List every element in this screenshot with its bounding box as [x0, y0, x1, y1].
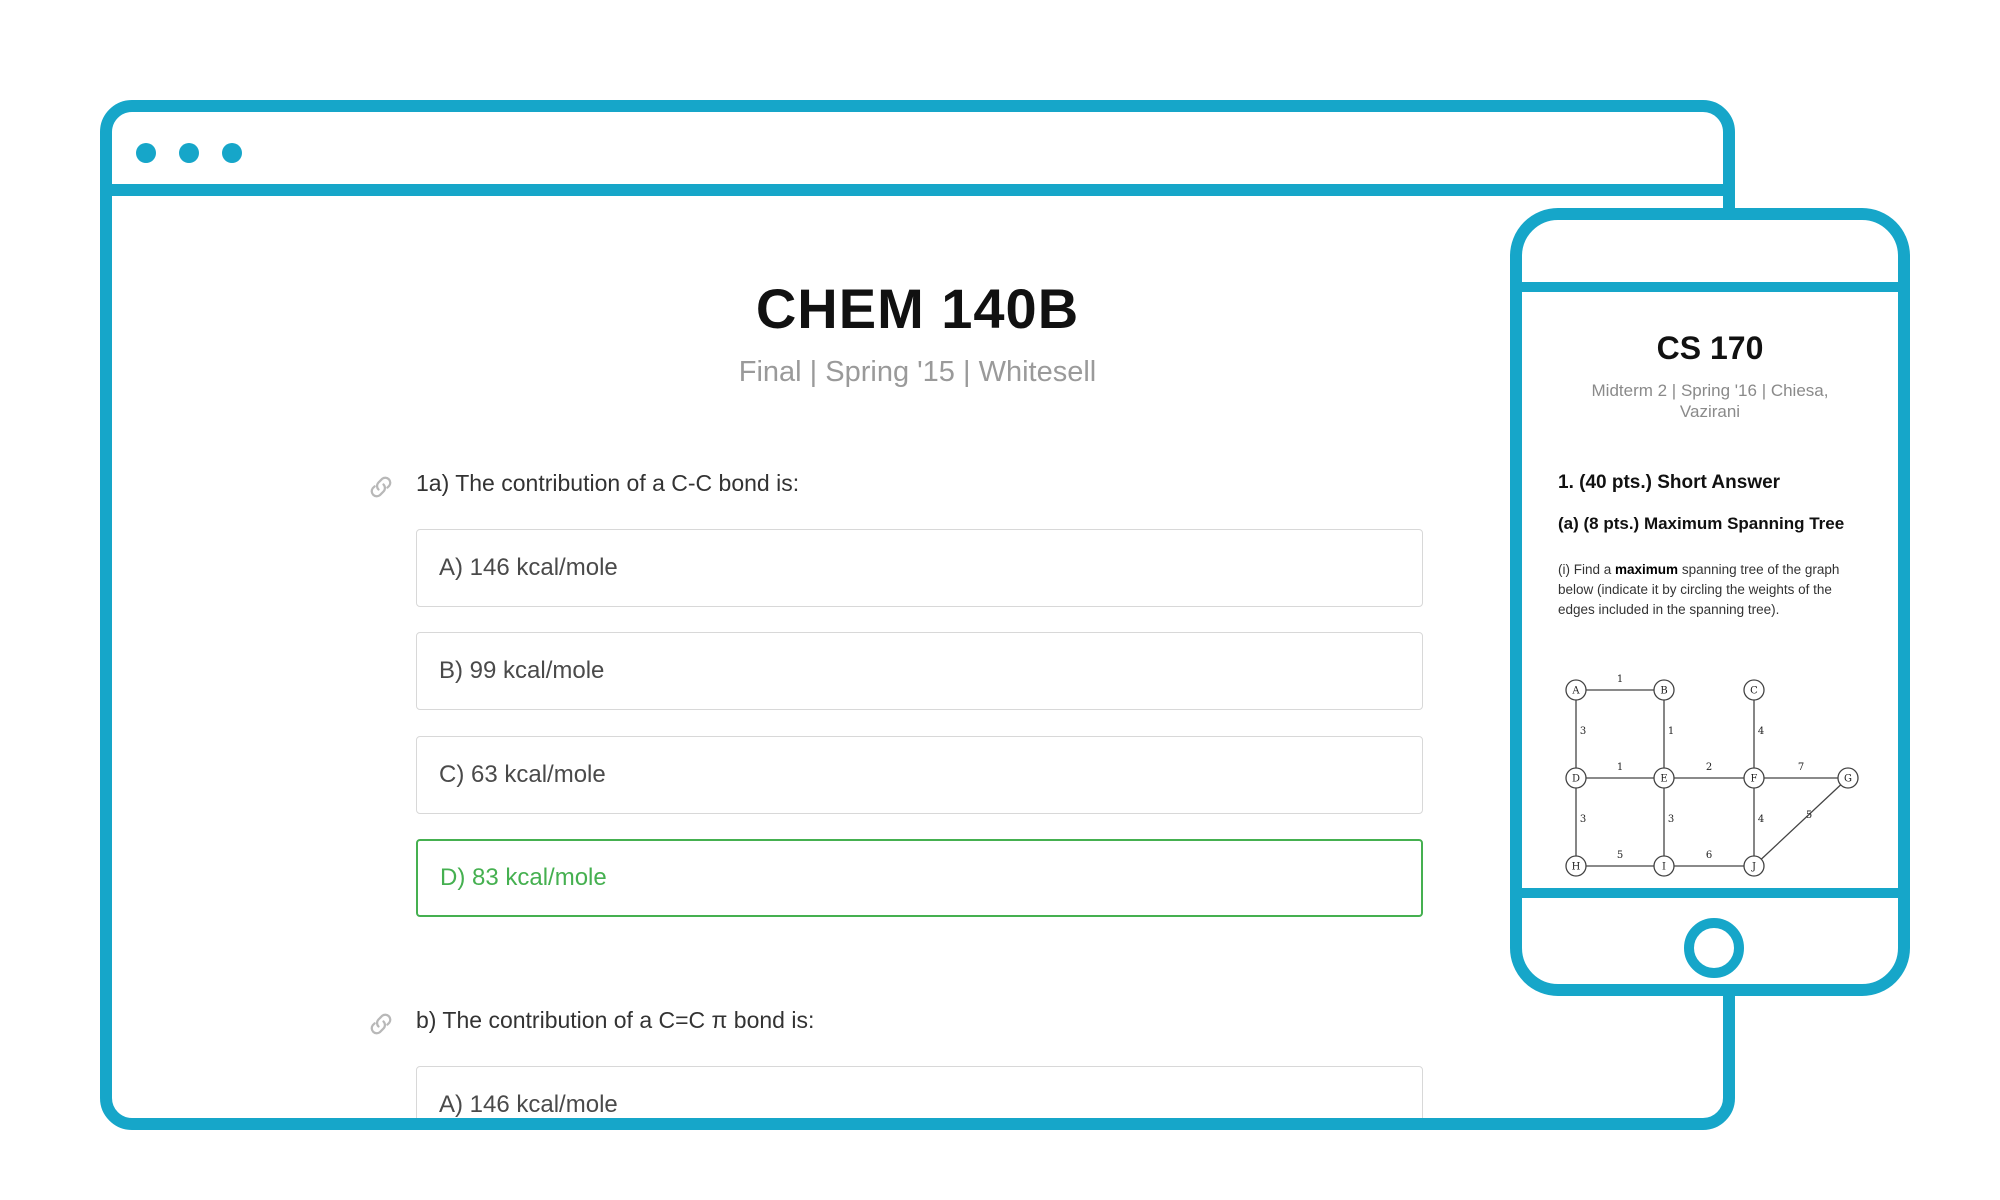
graph-node-label: E — [1660, 774, 1667, 785]
graph-edge-weight: 1 — [1617, 762, 1623, 773]
home-button[interactable] — [1684, 918, 1744, 978]
phone-bottom-bezel — [1522, 888, 1898, 984]
graph-edge-weight: 7 — [1798, 762, 1804, 773]
graph-edge-weight: 1 — [1617, 674, 1623, 685]
phone-exam-title: CS 170 — [1656, 330, 1764, 366]
graph-edge-weight: 3 — [1580, 726, 1586, 737]
graph-node-label: H — [1572, 862, 1581, 873]
question-text: b) The contribution of a C=C π bond is: — [416, 1007, 815, 1033]
window-dot-icon — [136, 143, 156, 163]
window-dot-icon — [222, 143, 242, 163]
question-text: 1a) The contribution of a C-C bond is: — [416, 470, 800, 496]
graph-edge-GJ — [1753, 777, 1849, 867]
answer-option-c[interactable]: C) 63 kcal/mole — [416, 736, 1423, 814]
graph-node-label: B — [1660, 686, 1667, 697]
link-icon[interactable] — [366, 472, 396, 502]
window-dot-icon — [179, 143, 199, 163]
graph-node-label: J — [1751, 862, 1756, 873]
instructions-emphasis: maximum — [1615, 562, 1679, 577]
answer-option-a[interactable]: A) 146 kcal/mole — [416, 529, 1423, 607]
graph-edge-weight: 3 — [1580, 814, 1586, 825]
graph-node-label: A — [1571, 686, 1580, 697]
question-heading: 1. (40 pts.) Short Answer — [1558, 472, 1781, 493]
exam-page: CHEM 140B Final | Spring '15 | Whitesell… — [112, 196, 1723, 1118]
subquestion-heading: (a) (8 pts.) Maximum Spanning Tree — [1558, 514, 1845, 533]
graph-edge-weight: 4 — [1758, 814, 1764, 825]
graph-edge-weight: 2 — [1706, 762, 1712, 773]
graph-node-label: F — [1751, 774, 1758, 785]
spanning-tree-graph: 1 3 1 4 1 2 7 3 3 4 5 5 6 A B C D E F G H I J — [1565, 674, 1859, 877]
phone-exam-page: CS 170 Midterm 2 | Spring '16 | Chiesa, … — [1522, 292, 1898, 888]
graph-edge-weight: 1 — [1668, 726, 1674, 737]
graph-edge-weight: 5 — [1617, 850, 1623, 861]
phone-device: CS 170 Midterm 2 | Spring '16 | Chiesa, … — [1510, 208, 1910, 996]
phone-exam-subtitle: Midterm 2 | Spring '16 | Chiesa, Vaziran… — [1591, 381, 1829, 421]
link-icon[interactable] — [366, 1009, 396, 1039]
answer-option-d-correct[interactable]: D) 83 kcal/mole — [416, 839, 1423, 917]
browser-title-bar — [112, 112, 1723, 196]
exam-title: CHEM 140B — [755, 277, 1080, 340]
graph-node-label: C — [1750, 686, 1758, 697]
instructions-prefix: (i) Find a — [1558, 562, 1612, 577]
graph-edge-weight: 6 — [1706, 850, 1712, 861]
graph-node-label: I — [1662, 862, 1666, 873]
graph-edge-weight: 5 — [1806, 810, 1812, 821]
graph-edge-weight: 3 — [1668, 814, 1674, 825]
question-instructions: (i) Find a maximum spanning tree of the … — [1558, 560, 1868, 620]
graph-edge-weight: 4 — [1758, 726, 1764, 737]
exam-subtitle: Final | Spring '15 | Whitesell — [738, 356, 1097, 388]
browser-window: CHEM 140B Final | Spring '15 | Whitesell… — [100, 100, 1735, 1130]
answer-option-b[interactable]: B) 99 kcal/mole — [416, 632, 1423, 710]
graph-node-label: G — [1844, 774, 1852, 785]
answer-option-a[interactable]: A) 146 kcal/mole — [416, 1066, 1423, 1118]
phone-top-bezel — [1522, 220, 1898, 292]
graph-node-label: D — [1572, 774, 1580, 785]
